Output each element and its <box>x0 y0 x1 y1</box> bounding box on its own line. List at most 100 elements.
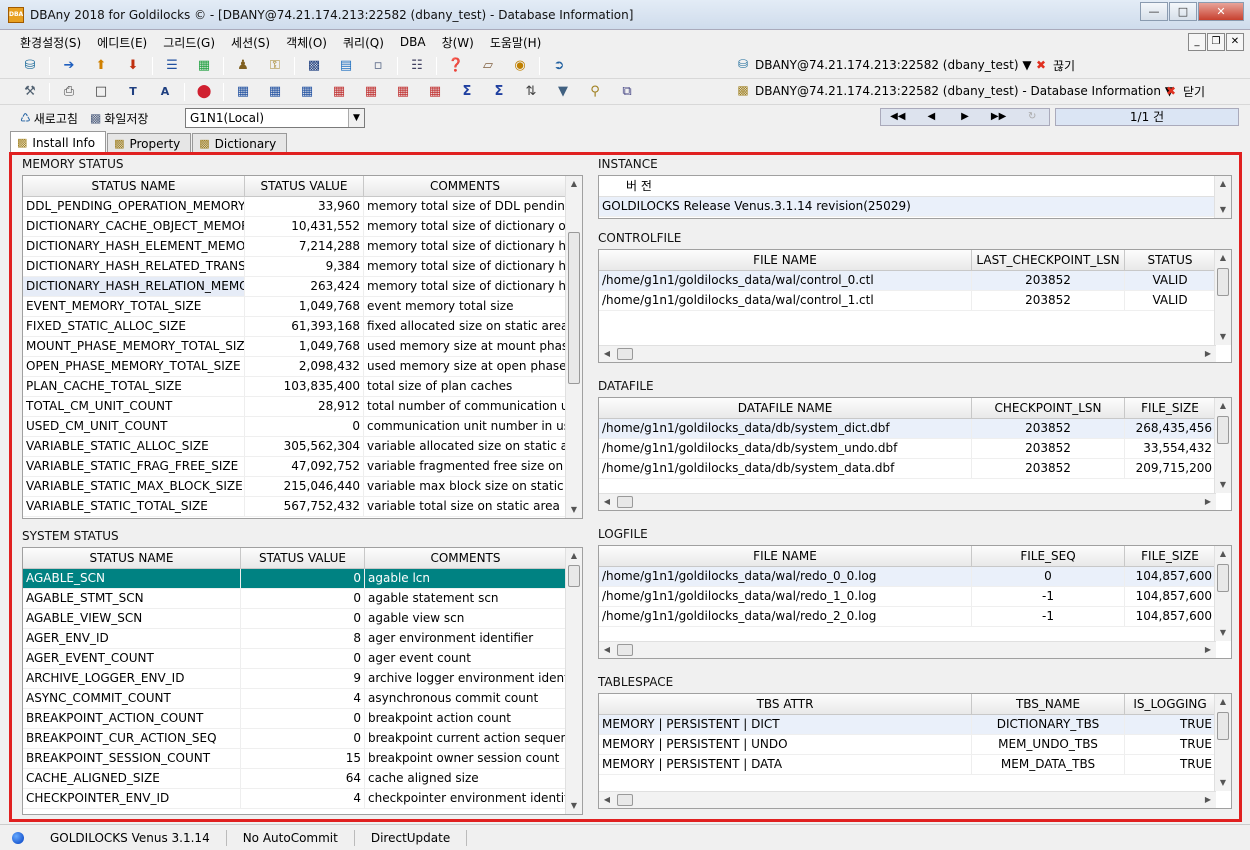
close-tab-button[interactable]: ✖ 닫기 <box>1163 83 1205 100</box>
menu-edit[interactable]: 에디트(E) <box>89 34 155 51</box>
table-row[interactable]: AGABLE_VIEW_SCN 0 agable view scn <box>23 609 567 629</box>
disconnect-button[interactable]: ✖ 끊기 <box>1033 57 1075 74</box>
grid-export-icon[interactable]: ▦ <box>195 57 213 75</box>
refresh-button[interactable]: ♺ 새로고침 <box>14 110 84 127</box>
table-row[interactable]: /home/g1n1/goldilocks_data/wal/redo_0_0.… <box>599 567 1216 587</box>
connection-selector[interactable]: ⛁ DBANY@74.21.174.213:22582 (dbany_test)… <box>735 57 1032 73</box>
horizontal-scrollbar[interactable]: ◀ ▶ <box>599 641 1216 658</box>
vertical-scrollbar[interactable]: ▲ ▼ <box>1214 694 1231 791</box>
table-row[interactable]: DICTIONARY_HASH_ELEMENT_MEMORY_TOTAL_SIZ… <box>23 237 567 257</box>
column-header[interactable]: FILE NAME <box>599 250 972 270</box>
table-row[interactable]: MEMORY | PERSISTENT | UNDO MEM_UNDO_TBS TR… <box>599 735 1216 755</box>
table-row[interactable]: BREAKPOINT_SESSION_COUNT 15 breakpoint own… <box>23 749 567 769</box>
node-select[interactable]: G1N1(Local) ▼ <box>185 108 365 128</box>
korea-flag-icon[interactable]: ⬤ <box>195 83 213 101</box>
scroll-up-icon[interactable]: ▲ <box>1215 546 1231 562</box>
cube-icon[interactable]: ▱ <box>479 57 497 75</box>
scroll-left-icon[interactable]: ◀ <box>599 494 615 510</box>
column-header[interactable]: FILE NAME <box>599 546 972 566</box>
table-row[interactable]: EVENT_MEMORY_TOTAL_SIZE 1,049,768 event me… <box>23 297 567 317</box>
column-header[interactable]: COMMENTS <box>364 176 567 196</box>
help-icon[interactable]: ❓ <box>447 57 465 75</box>
users-icon[interactable]: ♟ <box>234 57 252 75</box>
vertical-scrollbar[interactable]: ▲ ▼ <box>1214 546 1231 641</box>
column-header[interactable]: FILE_SEQ <box>972 546 1125 566</box>
table-row[interactable]: FIXED_STATIC_ALLOC_SIZE 61,393,168 fixed a… <box>23 317 567 337</box>
chevron-down-icon[interactable]: ▼ <box>348 109 364 127</box>
table-row[interactable]: ASYNC_COMMIT_COUNT 4 asynchronous commit c… <box>23 689 567 709</box>
horizontal-scrollbar[interactable]: ◀ ▶ <box>599 791 1216 808</box>
table-row[interactable]: ARCHIVE_LOGGER_ENV_ID 9 archive logger env… <box>23 669 567 689</box>
table-row[interactable]: VARIABLE_STATIC_ALLOC_SIZE 305,562,304 var… <box>23 437 567 457</box>
last-page-icon[interactable]: ▶▶ <box>982 109 1016 125</box>
mdi-minimize-button[interactable]: _ <box>1188 33 1206 51</box>
scroll-left-icon[interactable]: ◀ <box>599 792 615 808</box>
scroll-down-icon[interactable]: ▼ <box>1215 202 1231 218</box>
upload-icon[interactable]: ⬆ <box>92 57 110 75</box>
controlfile-grid[interactable]: FILE NAME LAST_CHECKPOINT_LSN STATUS/home/… <box>598 249 1232 363</box>
save-file-button[interactable]: ▩ 화일저장 <box>84 110 155 127</box>
tab-property[interactable]: ▩ Property <box>107 133 192 153</box>
table-row[interactable]: MOUNT_PHASE_MEMORY_TOTAL_SIZE 1,049,768 us… <box>23 337 567 357</box>
table-row[interactable]: AGER_ENV_ID 8 ager environment identifier <box>23 629 567 649</box>
arrow-right-icon[interactable]: ➔ <box>60 57 78 75</box>
table-add-icon[interactable]: ▦ <box>266 83 284 101</box>
table-row[interactable]: BREAKPOINT_CUR_ACTION_SEQ 0 breakpoint cur… <box>23 729 567 749</box>
scroll-down-icon[interactable]: ▼ <box>566 798 582 814</box>
table-import-icon[interactable]: ▦ <box>394 83 412 101</box>
dba-icon[interactable]: ◉ <box>511 57 529 75</box>
table-icon[interactable]: ▦ <box>234 83 252 101</box>
table-row[interactable]: OPEN_PHASE_MEMORY_TOTAL_SIZE 2,098,432 use… <box>23 357 567 377</box>
table-row[interactable]: MEMORY | PERSISTENT | DATA MEM_DATA_TBS TR… <box>599 755 1216 775</box>
table-delete-icon[interactable]: ▦ <box>330 83 348 101</box>
scroll-up-icon[interactable]: ▲ <box>566 548 582 564</box>
table-row[interactable]: PLAN_CACHE_TOTAL_SIZE 103,835,400 total si… <box>23 377 567 397</box>
scroll-down-icon[interactable]: ▼ <box>1215 775 1231 791</box>
horizontal-scrollbar[interactable]: ◀ ▶ <box>599 345 1216 362</box>
column-header[interactable]: DATAFILE NAME <box>599 398 972 418</box>
prev-page-icon[interactable]: ◀ <box>915 109 949 125</box>
table-row[interactable]: /home/g1n1/goldilocks_data/wal/redo_1_0.… <box>599 587 1216 607</box>
mdi-close-button[interactable]: ✕ <box>1226 33 1244 51</box>
menu-window[interactable]: 창(W) <box>434 34 482 51</box>
column-header[interactable]: STATUS VALUE <box>241 548 365 568</box>
table-row[interactable]: AGABLE_SCN 0 agable lcn <box>23 569 567 589</box>
table-row[interactable]: BREAKPOINT_ACTION_COUNT 0 breakpoint actio… <box>23 709 567 729</box>
mdi-restore-button[interactable]: ❐ <box>1207 33 1225 51</box>
system-status-grid[interactable]: STATUS NAME STATUS VALUE COMMENTS AGABLE… <box>22 547 583 815</box>
scroll-thumb[interactable] <box>568 565 580 587</box>
table-row[interactable]: CHECKPOINTER_ENV_ID 4 checkpointer environ… <box>23 789 567 809</box>
column-header[interactable]: STATUS <box>1125 250 1216 270</box>
monitor-chart-icon[interactable]: ▤ <box>337 57 355 75</box>
scroll-right-icon[interactable]: ▶ <box>1200 792 1216 808</box>
list-icon[interactable]: ☰ <box>163 57 181 75</box>
next-page-icon[interactable]: ▶ <box>948 109 982 125</box>
find-icon[interactable]: ⚲ <box>586 83 604 101</box>
table-edit-icon[interactable]: ▦ <box>298 83 316 101</box>
column-header[interactable]: STATUS VALUE <box>245 176 364 196</box>
column-header[interactable]: TBS ATTR <box>599 694 972 714</box>
column-header[interactable]: FILE_SIZE <box>1125 398 1216 418</box>
download-icon[interactable]: ⬇ <box>124 57 142 75</box>
vertical-scrollbar[interactable]: ▲ ▼ <box>565 176 582 518</box>
sort-icon[interactable]: ⇅ <box>522 83 540 101</box>
menu-help[interactable]: 도움말(H) <box>482 34 550 51</box>
logfile-grid[interactable]: FILE NAME FILE_SEQ FILE_SIZE/home/g1n1/gol… <box>598 545 1232 659</box>
copy-icon[interactable]: ⧉ <box>618 83 636 101</box>
table-row[interactable]: VARIABLE_STATIC_TOTAL_SIZE 567,752,432 var… <box>23 497 567 517</box>
column-header[interactable]: COMMENTS <box>365 548 567 568</box>
minimize-button[interactable]: — <box>1140 2 1168 21</box>
exit-icon[interactable]: ➲ <box>550 57 568 75</box>
first-page-icon[interactable]: ◀◀ <box>881 109 915 125</box>
column-header[interactable]: LAST_CHECKPOINT_LSN <box>972 250 1125 270</box>
maximize-button[interactable]: □ <box>1169 2 1197 21</box>
table-row[interactable]: /home/g1n1/goldilocks_data/wal/control_1… <box>599 291 1216 311</box>
close-window-button[interactable]: ✕ <box>1198 2 1244 21</box>
scroll-down-icon[interactable]: ▼ <box>1215 625 1231 641</box>
menu-session[interactable]: 세션(S) <box>223 34 278 51</box>
menu-query[interactable]: 쿼리(Q) <box>335 34 392 51</box>
table-row[interactable]: /home/g1n1/goldilocks_data/db/system_und… <box>599 439 1216 459</box>
scroll-right-icon[interactable]: ▶ <box>1200 494 1216 510</box>
menu-grid[interactable]: 그리드(G) <box>155 34 223 51</box>
vertical-scrollbar[interactable]: ▲ ▼ <box>1214 176 1231 218</box>
